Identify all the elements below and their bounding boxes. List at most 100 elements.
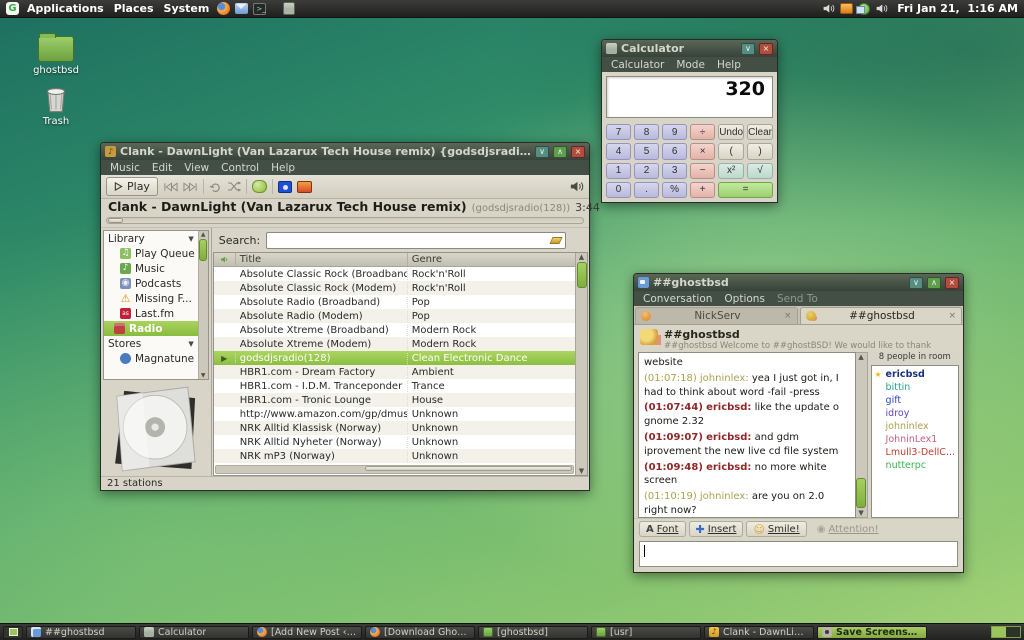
clear-search-icon[interactable] [550,237,563,244]
calculator-key[interactable]: + [690,182,715,198]
insert-button[interactable]: ✚Insert [689,521,744,537]
update-notifier-icon[interactable] [858,3,870,15]
play-button[interactable]: Play [106,177,158,196]
panel-menu-item[interactable]: System [159,0,215,18]
chat-roster-person[interactable]: idroy [873,407,957,420]
sidebar-item[interactable]: Radio [104,321,198,336]
panel-menu-item[interactable]: Applications [22,0,109,18]
chat-message-log[interactable]: website (01:07:18) johninlex: yea I just… [638,352,856,518]
calculator-key[interactable]: × [690,143,715,159]
seek-bar[interactable] [101,217,589,227]
calculator-key[interactable]: 5 [634,143,659,159]
calculator-titlebar[interactable]: Calculator ∨ × [602,40,777,57]
scroll-down-icon[interactable]: ▼ [858,509,863,517]
repeat-icon[interactable] [209,181,222,193]
seek-handle[interactable] [108,218,123,223]
chat-menu-item[interactable]: Conversation [638,293,717,305]
scroll-down-icon[interactable]: ▼ [579,467,584,475]
sidebar-item[interactable]: Magnatune [104,351,198,366]
station-row[interactable]: NRK Alltid Nyheter (Norway) Unknown [214,435,575,449]
station-row[interactable]: http://www.amazon.com/gp/dmusic/media/l.… [214,407,575,421]
calculator-key[interactable]: 7 [606,124,631,140]
calculator-key[interactable]: 8 [634,124,659,140]
music-menu-item[interactable]: Control [216,162,264,174]
desktop-icon-ghostbsd[interactable]: ghostbsd [24,36,88,76]
chat-menu-item[interactable]: Send To [772,293,823,305]
volume-icon[interactable] [822,2,835,15]
speaker-column-icon[interactable] [214,253,236,266]
taskbar-window-button[interactable]: ##ghostbsd [26,626,136,639]
font-button[interactable]: AFont [639,521,686,537]
station-row[interactable]: Absolute Xtreme (Modem) Modern Rock [214,337,575,351]
calculator-key[interactable]: 6 [662,143,687,159]
calculator-key[interactable]: 3 [662,163,687,179]
title-column-header[interactable]: Title [236,253,408,266]
mail-launcher-icon[interactable] [235,3,248,14]
workspace-inactive[interactable] [1006,627,1020,637]
station-row[interactable]: NRK Alltid Klassisk (Norway) Unknown [214,421,575,435]
collapse-triangle-icon[interactable]: ▼ [188,235,193,243]
mixer-volume-icon[interactable] [875,2,888,15]
calculator-menu-item[interactable]: Calculator [606,59,669,71]
conversation-tab[interactable]: NickServ × [635,307,798,324]
scrollbar-thumb[interactable] [856,478,866,508]
station-row[interactable]: Absolute Radio (Modem) Pop [214,309,575,323]
station-row[interactable]: Absolute Xtreme (Broadband) Modern Rock [214,323,575,337]
taskbar-window-button[interactable]: [Add New Post ‹ Gho... [252,626,362,639]
calculator-key[interactable]: 9 [662,124,687,140]
calculator-key[interactable]: √ [747,163,773,179]
workspace-switcher[interactable] [991,626,1021,638]
calculator-key[interactable]: % [662,182,687,198]
chat-roster-person[interactable]: JohninLex1 [873,433,957,446]
minimize-button[interactable]: ∨ [741,43,755,55]
taskbar-window-button[interactable]: [usr] [591,626,701,639]
ghostbsd-menu-logo-icon[interactable]: G [6,2,19,15]
chat-roster-person[interactable]: gift [873,394,957,407]
chat-roster-person[interactable]: johninlex [873,420,957,433]
taskbar-window-button[interactable]: [Download GhostBS... [365,626,475,639]
visualization-icon[interactable] [278,181,292,193]
chat-scrollbar[interactable]: ▲▼ [856,352,868,518]
scroll-down-icon[interactable]: ▼ [201,372,206,379]
chat-roster-person[interactable]: nutterpc [873,459,957,472]
calculator-menu-item[interactable]: Help [712,59,746,71]
dynamic-playlist-icon[interactable] [252,180,267,193]
sidebar-item[interactable]: ♫ Play Queue [104,246,198,261]
sidebar-item[interactable]: ♪ Music [104,261,198,276]
genre-column-header[interactable]: Genre [408,253,575,266]
stores-section-header[interactable]: Stores▼ [104,336,198,351]
tab-close-icon[interactable]: × [784,311,792,321]
package-manager-icon[interactable] [840,3,853,14]
calculator-key[interactable]: 4 [606,143,631,159]
calculator-key[interactable]: 2 [634,163,659,179]
chat-roster-person[interactable]: ericbsd [873,368,957,381]
burn-icon[interactable] [297,181,312,193]
next-track-icon[interactable] [183,182,198,192]
scroll-up-icon[interactable]: ▲ [858,353,863,361]
station-row[interactable]: HBR1.com - Dream Factory Ambient [214,365,575,379]
maximize-button[interactable]: ∧ [553,146,567,158]
calculator-menu-item[interactable]: Mode [671,59,710,71]
sidebar-item[interactable]: ⚠ Missing F... [104,291,198,306]
music-menu-item[interactable]: View [179,162,214,174]
calculator-key[interactable]: Clear [747,124,773,140]
calculator-key[interactable]: 0 [606,182,631,198]
music-menu-item[interactable]: Edit [147,162,177,174]
station-row[interactable]: Absolute Classic Rock (Broadband) Rock'n… [214,267,575,281]
previous-track-icon[interactable] [163,182,178,192]
chat-roster-person[interactable]: bittin [873,381,957,394]
sidebar-scrollbar[interactable]: ▲▼ [198,231,208,379]
clock[interactable]: Fri Jan 21, 1:16 AM [897,2,1018,15]
station-row[interactable]: HBR1.com - Tronic Lounge House [214,393,575,407]
station-row[interactable]: NRK mP3 (Norway) Unknown [214,449,575,463]
scrollbar-thumb[interactable] [365,466,572,471]
people-list[interactable]: ericbsd bittin gift [871,365,959,518]
chat-menu-item[interactable]: Options [719,293,770,305]
station-row[interactable]: NRK P1 (Norway) General [214,463,575,464]
taskbar-window-button[interactable]: ♪ Clank - DawnLight (V... [704,626,814,639]
station-row[interactable]: HBR1.com - I.D.M. Tranceponder Trance [214,379,575,393]
calculator-key[interactable]: x² [718,163,744,179]
music-titlebar[interactable]: ♪ Clank - DawnLight (Van Lazarux Tech Ho… [101,143,589,160]
scrollbar-thumb[interactable] [577,262,587,288]
station-row[interactable]: Absolute Classic Rock (Modem) Rock'n'Rol… [214,281,575,295]
